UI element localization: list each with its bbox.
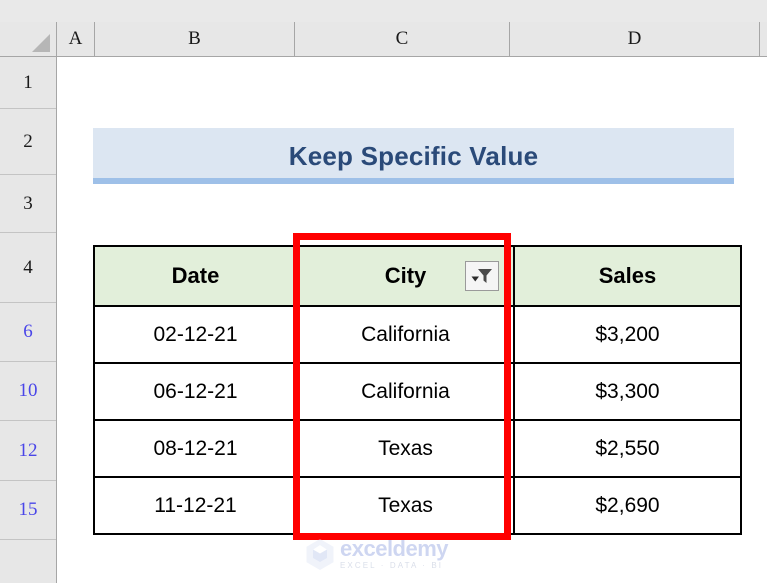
row-header-4-label: 4: [23, 256, 33, 278]
column-header-date[interactable]: Date: [93, 245, 298, 307]
row-header-10-label: 10: [18, 380, 38, 401]
row-header-3[interactable]: 3: [0, 175, 56, 233]
cell-sales[interactable]: $3,300: [513, 362, 742, 421]
cell-city[interactable]: Texas: [296, 419, 515, 478]
row-header-2[interactable]: 2: [0, 109, 56, 175]
row-header-3-label: 3: [23, 192, 33, 214]
column-header-c-label: C: [395, 28, 409, 49]
page-title: Keep Specific Value: [288, 140, 539, 171]
row-header-12[interactable]: 12: [0, 421, 56, 481]
select-all-corner-button[interactable]: [0, 22, 57, 57]
column-header-d[interactable]: D: [510, 22, 760, 57]
column-header-c[interactable]: C: [295, 22, 510, 57]
column-header-city[interactable]: City: [296, 245, 515, 307]
column-header-city-label: City: [384, 263, 427, 288]
cell-sales[interactable]: $3,200: [513, 305, 742, 364]
column-header-sales[interactable]: Sales: [513, 245, 742, 307]
row-header-1-label: 1: [23, 71, 33, 93]
table-row[interactable]: 06-12-21 California $3,300: [93, 362, 742, 421]
cell-city[interactable]: California: [296, 362, 515, 421]
column-header-e-partial[interactable]: [760, 22, 767, 57]
row-header-12-label: 12: [18, 439, 38, 461]
sheet-title-banner: Keep Specific Value: [93, 128, 734, 184]
cell-city[interactable]: California: [296, 305, 515, 364]
column-header-b[interactable]: B: [95, 22, 295, 57]
table-row[interactable]: 02-12-21 California $3,200: [93, 305, 742, 364]
cell-date[interactable]: 06-12-21: [93, 362, 298, 421]
table-row[interactable]: 11-12-21 Texas $2,690: [93, 476, 742, 535]
cell-date[interactable]: 02-12-21: [93, 305, 298, 364]
filter-funnel-dropdown-icon[interactable]: [465, 261, 499, 291]
cell-city[interactable]: Texas: [296, 476, 515, 535]
cell-sales[interactable]: $2,550: [513, 419, 742, 478]
column-header-d-label: D: [627, 28, 642, 49]
row-header-1[interactable]: 1: [0, 57, 56, 109]
row-header-next[interactable]: [0, 540, 56, 583]
excel-worksheet: A B C D 1 2 3 4 6 10 12 15 Keep Specific…: [0, 0, 767, 583]
data-table: Date City Sales 02-12-21 California $3,2…: [93, 245, 742, 535]
row-header-15[interactable]: 15: [0, 481, 56, 540]
cell-date[interactable]: 11-12-21: [93, 476, 298, 535]
column-header-date-label: Date: [171, 263, 220, 288]
row-header-2-label: 2: [23, 130, 33, 152]
row-header-4[interactable]: 4: [0, 233, 56, 303]
row-header-15-label: 15: [18, 499, 38, 520]
window-top-strip: [0, 0, 767, 22]
column-header-sales-label: Sales: [598, 263, 657, 288]
row-header-6-label: 6: [23, 321, 33, 342]
row-header-10[interactable]: 10: [0, 362, 56, 421]
title-underline-divider: [93, 178, 734, 184]
table-header-row: Date City Sales: [93, 245, 742, 307]
column-header-a-label: A: [68, 28, 83, 49]
column-header-a[interactable]: A: [57, 22, 95, 57]
cell-sales[interactable]: $2,690: [513, 476, 742, 535]
row-header-6[interactable]: 6: [0, 303, 56, 362]
table-body: 02-12-21 California $3,200 06-12-21 Cali…: [93, 305, 742, 535]
table-row[interactable]: 08-12-21 Texas $2,550: [93, 419, 742, 478]
column-header-b-label: B: [188, 28, 201, 49]
select-all-triangle-icon: [32, 34, 50, 52]
cell-date[interactable]: 08-12-21: [93, 419, 298, 478]
